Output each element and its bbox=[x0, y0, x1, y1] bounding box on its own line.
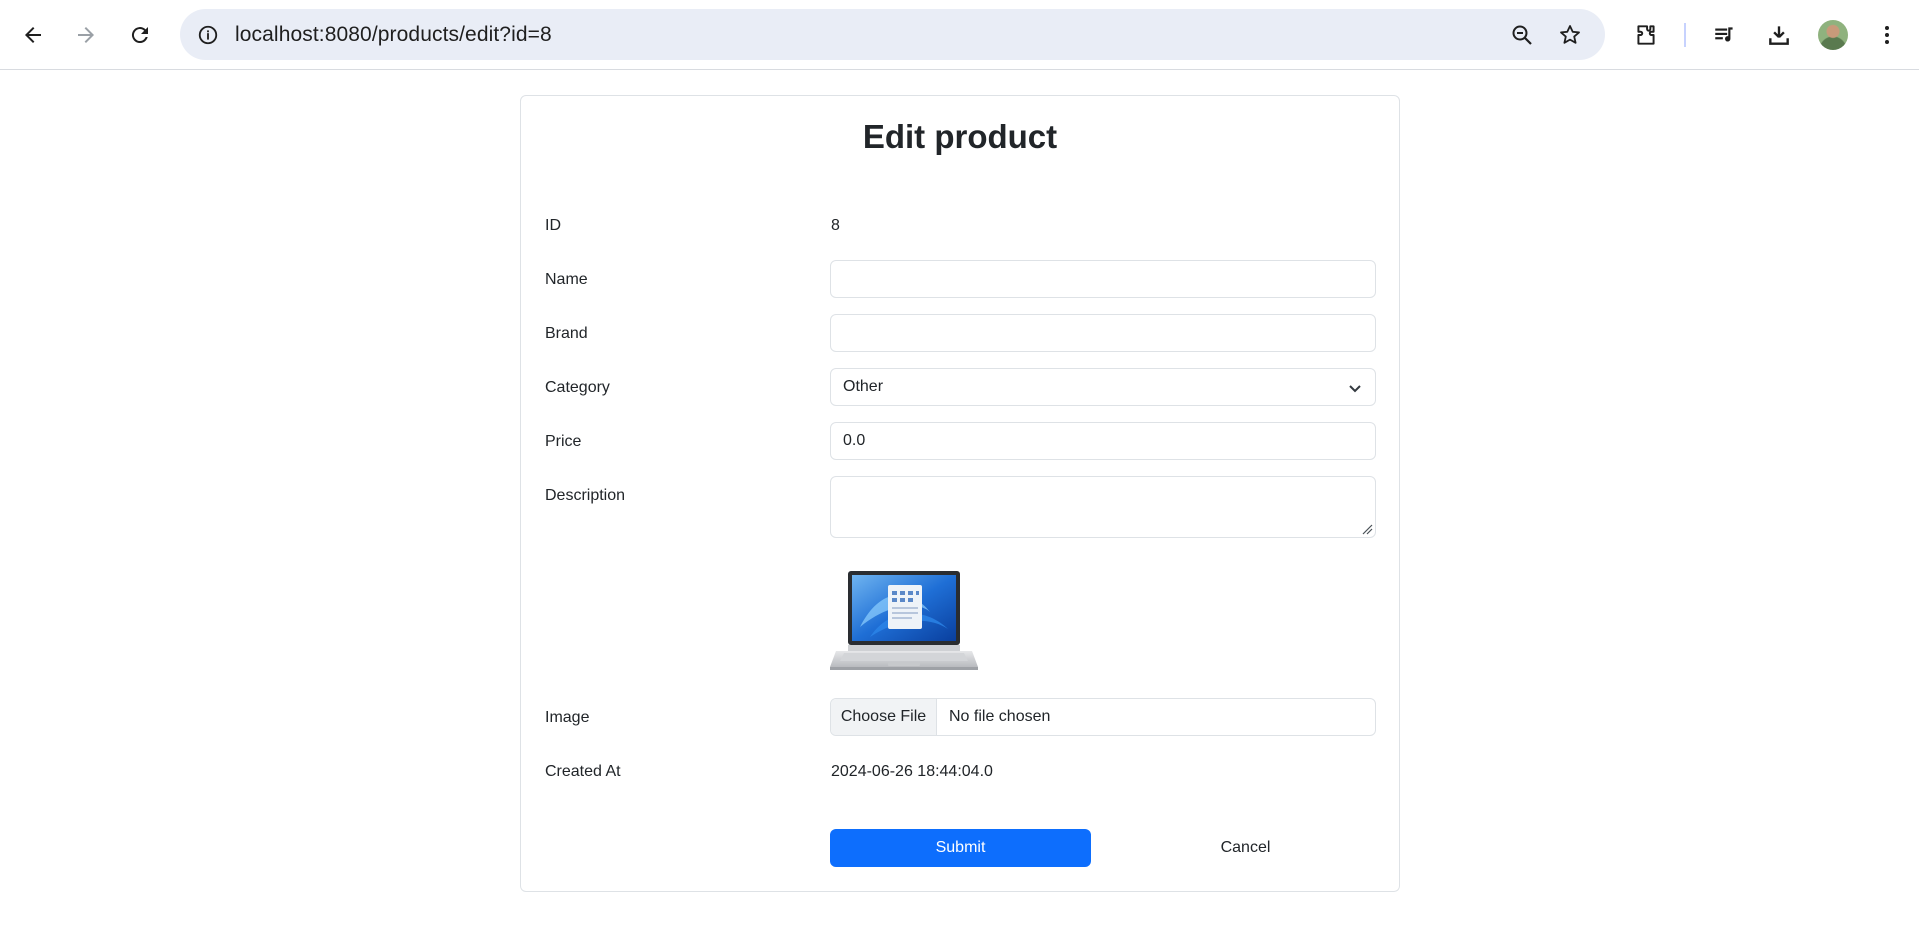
category-select[interactable]: Other bbox=[830, 368, 1376, 406]
description-label: Description bbox=[545, 487, 626, 504]
forward-icon bbox=[78, 27, 94, 43]
name-label: Name bbox=[545, 271, 588, 288]
id-value: 8 bbox=[831, 217, 840, 234]
media-controls-icon[interactable] bbox=[1705, 15, 1745, 55]
name-input[interactable] bbox=[830, 260, 1376, 298]
price-label: Price bbox=[545, 433, 582, 450]
file-status-text: No file chosen bbox=[949, 708, 1051, 725]
submit-button[interactable]: Submit bbox=[830, 829, 1091, 867]
image-label: Image bbox=[545, 709, 590, 726]
browser-toolbar: localhost:8080/products/edit?id=8 bbox=[0, 0, 1919, 70]
reload-icon bbox=[131, 27, 148, 44]
page-title: Edit product bbox=[862, 118, 1058, 155]
zoom-out-icon[interactable] bbox=[1506, 19, 1538, 51]
choose-file-button[interactable]: Choose File bbox=[831, 699, 937, 735]
brand-input[interactable] bbox=[830, 314, 1376, 352]
profile-avatar[interactable] bbox=[1818, 20, 1848, 50]
category-selected-value: Other bbox=[843, 378, 884, 395]
toolbar-separator bbox=[1684, 23, 1686, 47]
address-bar[interactable]: localhost:8080/products/edit?id=8 bbox=[180, 9, 1605, 60]
site-info-icon[interactable] bbox=[192, 19, 224, 51]
image-file-input[interactable]: Choose File No file chosen bbox=[830, 698, 1376, 736]
category-label: Category bbox=[545, 379, 610, 396]
url-text[interactable]: localhost:8080/products/edit?id=8 bbox=[235, 23, 552, 47]
product-image bbox=[830, 571, 978, 670]
forward-button[interactable] bbox=[66, 15, 106, 55]
created-at-label: Created At bbox=[545, 763, 621, 780]
description-textarea[interactable] bbox=[830, 476, 1376, 538]
created-at-value: 2024-06-26 18:44:04.0 bbox=[831, 763, 993, 780]
chevron-down-icon bbox=[1349, 385, 1361, 393]
price-input[interactable] bbox=[830, 422, 1376, 460]
bookmark-star-icon[interactable] bbox=[1554, 19, 1586, 51]
reload-button[interactable] bbox=[120, 15, 160, 55]
brand-label: Brand bbox=[545, 325, 588, 342]
extensions-icon[interactable] bbox=[1626, 15, 1666, 55]
id-label: ID bbox=[545, 217, 561, 234]
downloads-icon[interactable] bbox=[1759, 15, 1799, 55]
resize-grip-icon[interactable] bbox=[1361, 523, 1373, 535]
back-button[interactable] bbox=[13, 15, 53, 55]
cancel-link[interactable]: Cancel bbox=[1115, 829, 1376, 867]
back-icon bbox=[25, 27, 41, 43]
edit-product-card: Edit product ID 8 Name Brand Category Ot… bbox=[520, 95, 1400, 892]
menu-icon[interactable] bbox=[1867, 15, 1907, 55]
